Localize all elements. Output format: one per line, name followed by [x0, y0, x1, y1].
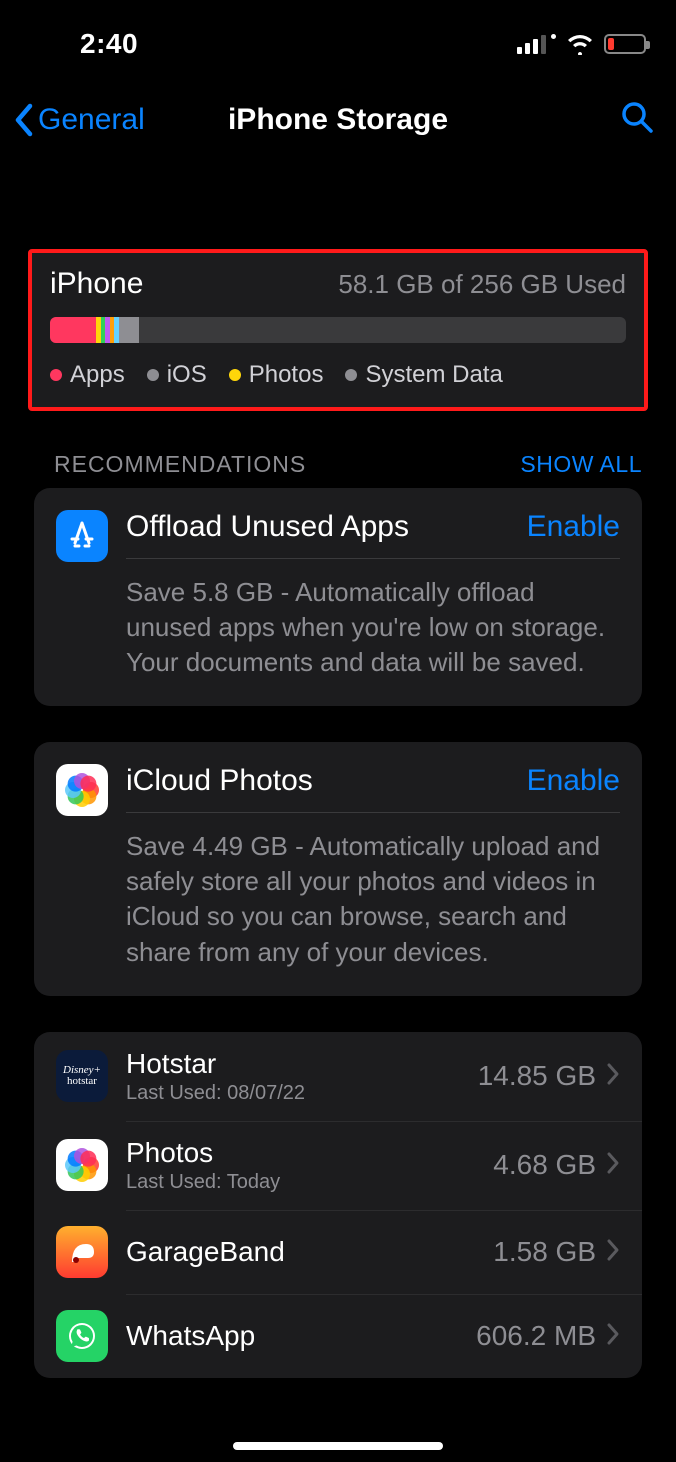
device-name: iPhone [50, 267, 143, 301]
storage-summary-card: iPhone 58.1 GB of 256 GB Used Apps iOS Pho… [28, 249, 648, 411]
search-icon [620, 100, 654, 134]
recommendation-description: Save 5.8 GB - Automatically offload unus… [126, 559, 620, 706]
legend-swatch [50, 369, 62, 381]
home-indicator[interactable] [233, 1442, 443, 1450]
legend-swatch [147, 369, 159, 381]
app-last-used: Last Used: 08/07/22 [126, 1082, 478, 1105]
chevron-right-icon [606, 1322, 620, 1351]
hotstar-icon: Disney+hotstar [56, 1050, 108, 1102]
appstore-icon [56, 510, 108, 562]
recommendations-label: RECOMMENDATIONS [54, 451, 306, 478]
recommendation-card: iCloud Photos Enable Save 4.49 GB - Automa… [34, 742, 642, 995]
app-size: 1.58 GB [493, 1236, 596, 1268]
app-row[interactable]: Disney+hotstar HotstarLast Used: 08/07/22… [34, 1032, 642, 1121]
storage-bar [50, 317, 626, 343]
storage-segment [50, 317, 96, 343]
search-button[interactable] [620, 100, 654, 139]
garage-icon [56, 1226, 108, 1278]
app-size: 14.85 GB [478, 1060, 596, 1092]
recommendation-description: Save 4.49 GB - Automatically upload and … [126, 813, 620, 995]
nav-bar: General iPhone Storage [0, 70, 676, 159]
recommendations-header: RECOMMENDATIONS SHOW ALL [0, 411, 676, 488]
storage-used-text: 58.1 GB of 256 GB Used [338, 269, 626, 300]
chevron-left-icon [12, 103, 36, 137]
chevron-right-icon [606, 1238, 620, 1267]
status-time: 2:40 [80, 28, 138, 60]
status-icons [517, 33, 646, 55]
app-size: 606.2 MB [476, 1320, 596, 1352]
cellular-signal-icon [517, 34, 556, 54]
legend-item: System Data [345, 361, 502, 389]
chevron-right-icon [606, 1151, 620, 1180]
enable-button[interactable]: Enable [527, 764, 620, 798]
legend-swatch [345, 369, 357, 381]
app-name: WhatsApp [126, 1320, 476, 1352]
legend-label: System Data [365, 361, 502, 389]
app-name: Photos [126, 1137, 493, 1169]
photos-icon [56, 1139, 108, 1191]
legend-label: Apps [70, 361, 125, 389]
battery-icon [604, 34, 646, 54]
app-row[interactable]: GarageBand1.58 GB [34, 1210, 642, 1294]
back-label: General [38, 103, 145, 137]
back-button[interactable]: General [12, 103, 145, 137]
legend-label: iOS [167, 361, 207, 389]
status-bar: 2:40 [0, 0, 676, 70]
show-all-button[interactable]: SHOW ALL [520, 451, 642, 478]
legend-item: Photos [229, 361, 324, 389]
app-size: 4.68 GB [493, 1149, 596, 1181]
recommendation-title: iCloud Photos [126, 764, 313, 798]
storage-legend: Apps iOS Photos System Data [50, 361, 626, 389]
legend-swatch [229, 369, 241, 381]
apps-list-card: Disney+hotstar HotstarLast Used: 08/07/22… [34, 1032, 642, 1378]
photos-icon [56, 764, 108, 816]
storage-segment [119, 317, 139, 343]
legend-item: Apps [50, 361, 125, 389]
app-row[interactable]: WhatsApp606.2 MB [34, 1294, 642, 1378]
wifi-icon [566, 33, 594, 55]
app-last-used: Last Used: Today [126, 1171, 493, 1194]
app-name: Hotstar [126, 1048, 478, 1080]
whatsapp-icon [56, 1310, 108, 1362]
legend-item: iOS [147, 361, 207, 389]
enable-button[interactable]: Enable [527, 510, 620, 544]
app-row[interactable]: PhotosLast Used: Today4.68 GB [34, 1121, 642, 1210]
legend-label: Photos [249, 361, 324, 389]
chevron-right-icon [606, 1062, 620, 1091]
app-name: GarageBand [126, 1236, 493, 1268]
recommendation-title: Offload Unused Apps [126, 510, 409, 544]
recommendation-card: Offload Unused Apps Enable Save 5.8 GB - A… [34, 488, 642, 706]
